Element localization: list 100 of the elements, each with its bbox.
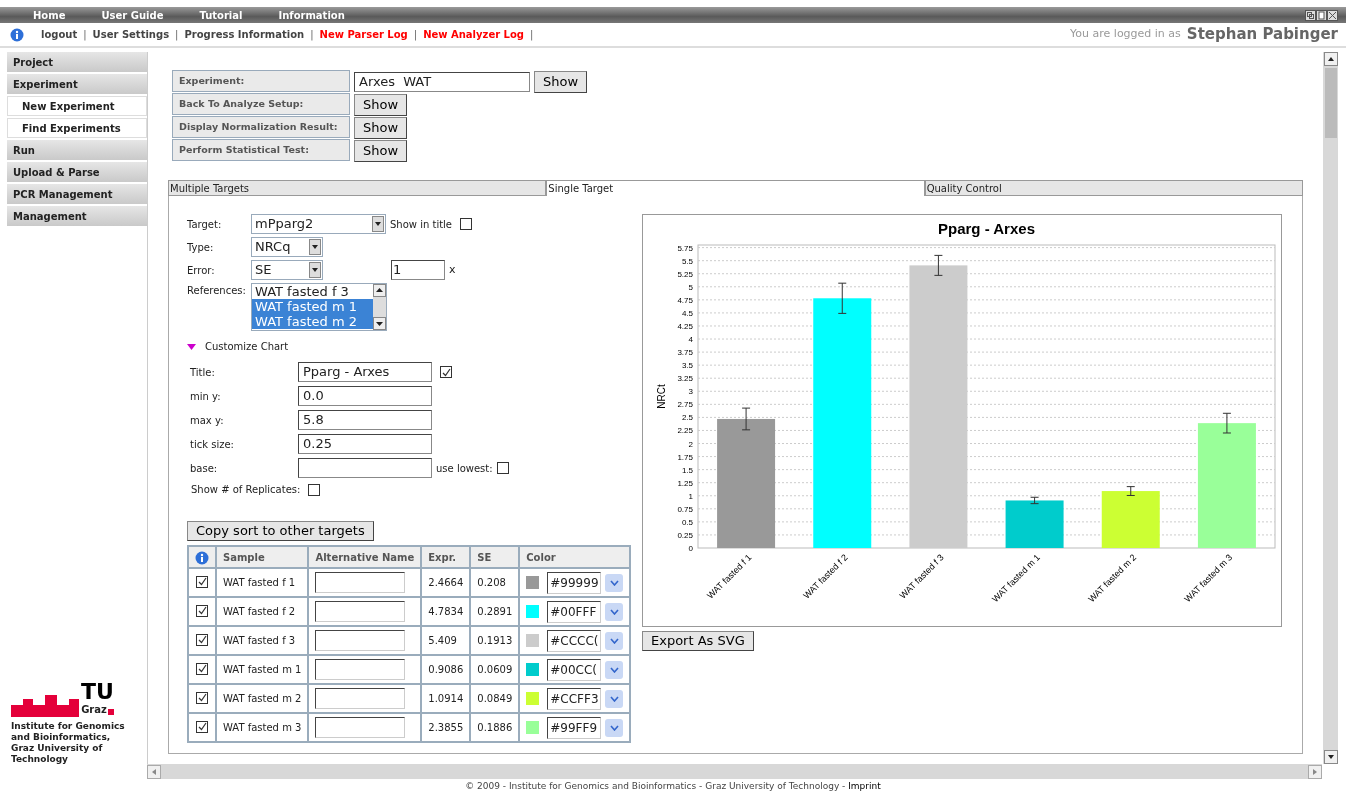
error-select[interactable]: SE (251, 260, 323, 280)
tab[interactable]: Single Target (546, 180, 925, 196)
dropdown-icon[interactable] (605, 660, 624, 679)
alt-name-field[interactable] (315, 659, 406, 680)
color-field[interactable]: #00CC( (547, 658, 602, 681)
table-cell: WAT fasted f 1 (216, 568, 309, 597)
dropdown-icon[interactable] (605, 573, 624, 592)
input-field[interactable]: 5.8 (298, 410, 432, 430)
list-option[interactable]: WAT fasted m 1 (252, 299, 373, 314)
scroll-down-icon[interactable] (1323, 750, 1338, 764)
table-cell: 1.0914 (421, 684, 471, 713)
sidebar-item[interactable]: Run (7, 140, 147, 160)
show-button[interactable]: Show (354, 139, 408, 162)
checkbox[interactable] (308, 483, 321, 496)
color-field[interactable]: #CCCC( (547, 629, 602, 652)
menu-item[interactable]: Information (278, 7, 345, 23)
checkbox[interactable] (196, 575, 208, 588)
error-factor-field[interactable]: 1 (391, 260, 445, 280)
field-label: Display Normalization Result: (172, 116, 350, 138)
dropdown-icon[interactable] (605, 602, 624, 621)
target-select[interactable]: mPparg2 (251, 214, 386, 234)
sidebar-item[interactable]: Experiment (7, 74, 147, 94)
list-option[interactable]: WAT fasted m 2 (252, 314, 373, 329)
list-scrollbar[interactable] (373, 284, 386, 330)
field-label: Perform Statistical Test: (172, 139, 350, 161)
scroll-thumb[interactable] (1325, 68, 1337, 138)
alt-name-field[interactable] (315, 717, 406, 738)
checkbox[interactable] (196, 604, 208, 617)
dropdown-icon[interactable] (605, 718, 624, 737)
table-cell: WAT fasted m 3 (216, 713, 309, 742)
nav-link[interactable]: Progress Information (184, 27, 305, 42)
bar (1005, 500, 1064, 548)
column-header: Sample (216, 546, 309, 568)
sidebar-item[interactable]: Upload & Parse (7, 162, 147, 182)
scroll-up-icon[interactable] (1323, 52, 1338, 66)
error-bar (1222, 412, 1232, 434)
checkbox[interactable] (440, 366, 452, 378)
color-field[interactable]: #99FF9 (547, 716, 602, 739)
show-button[interactable]: Show (534, 70, 588, 93)
sidebar-item[interactable]: Project (7, 52, 147, 72)
scroll-left-icon[interactable] (147, 764, 161, 779)
checkbox[interactable] (496, 462, 509, 474)
checkbox[interactable] (196, 633, 208, 646)
color-field[interactable]: #CCFF3 (547, 687, 602, 710)
vertical-scrollbar[interactable] (1323, 52, 1338, 764)
fullscreen-icon[interactable] (1327, 9, 1338, 21)
table-cell: 5.409 (421, 626, 471, 655)
input-field[interactable]: Pparg - Arxes (298, 362, 432, 382)
scroll-down-icon[interactable] (373, 317, 386, 330)
input-field[interactable]: 0.25 (298, 434, 432, 454)
show-button[interactable]: Show (354, 93, 408, 116)
tab[interactable]: Multiple Targets (168, 180, 547, 196)
horizontal-scrollbar[interactable] (147, 764, 1322, 779)
export-button[interactable]: Export As SVG (642, 631, 754, 651)
logo-icon (11, 695, 79, 717)
menu-item[interactable]: Tutorial (199, 7, 243, 23)
input-field[interactable]: 0.0 (298, 386, 432, 406)
dropdown-icon[interactable] (605, 631, 624, 650)
type-select[interactable]: NRCq (251, 237, 323, 257)
alt-name-field[interactable] (315, 688, 406, 709)
tick-label: 3 (688, 387, 693, 397)
experiment-field[interactable]: Arxes WAT (354, 71, 530, 92)
table-cell: 0.1913 (470, 626, 520, 655)
sidebar-item[interactable]: Find Experiments (7, 118, 147, 138)
checkbox[interactable] (196, 691, 208, 704)
imprint-link[interactable]: Imprint (848, 781, 881, 791)
menu-item[interactable]: User Guide (101, 7, 164, 23)
list-option[interactable]: WAT fasted f 3 (252, 284, 373, 299)
color-field[interactable]: #00FFF (547, 600, 602, 623)
table-cell: WAT fasted m 2 (216, 684, 309, 713)
tab[interactable]: Quality Control (924, 180, 1303, 196)
alt-name-field[interactable] (315, 630, 406, 651)
scroll-up-icon[interactable] (373, 284, 386, 297)
menu-item[interactable]: Home (33, 7, 66, 23)
field-label: Back To Analyze Setup: (172, 93, 350, 115)
checkbox[interactable] (460, 218, 472, 230)
copy-sort-button[interactable]: Copy sort to other targets (187, 521, 374, 541)
checkbox[interactable] (196, 662, 208, 675)
customize-link[interactable]: Customize Chart (205, 339, 289, 354)
dropdown-icon[interactable] (605, 689, 624, 708)
sidebar-item[interactable]: New Experiment (7, 96, 147, 116)
column-header: Expr. (421, 546, 471, 568)
info-icon (10, 27, 24, 42)
tick-label: 5.5 (681, 256, 693, 266)
alt-name-field[interactable] (315, 601, 406, 622)
alt-name-field[interactable] (315, 572, 406, 593)
color-field[interactable]: #99999 (547, 571, 602, 594)
show-button[interactable]: Show (354, 116, 408, 139)
nav-link[interactable]: logout (41, 27, 78, 42)
maximize-icon[interactable] (1316, 9, 1327, 21)
input-field[interactable] (298, 458, 432, 478)
tick-label: 5 (688, 282, 693, 292)
checkbox[interactable] (196, 720, 208, 733)
tick-label: 3.25 (677, 374, 693, 384)
nav-link[interactable]: User Settings (92, 27, 170, 42)
restore-icon[interactable] (1305, 9, 1316, 21)
sidebar-item[interactable]: Management (7, 206, 147, 226)
nav-link[interactable]: New Analyzer Log (423, 27, 524, 42)
nav-link[interactable]: New Parser Log (319, 27, 408, 42)
sidebar-item[interactable]: PCR Management (7, 184, 147, 204)
